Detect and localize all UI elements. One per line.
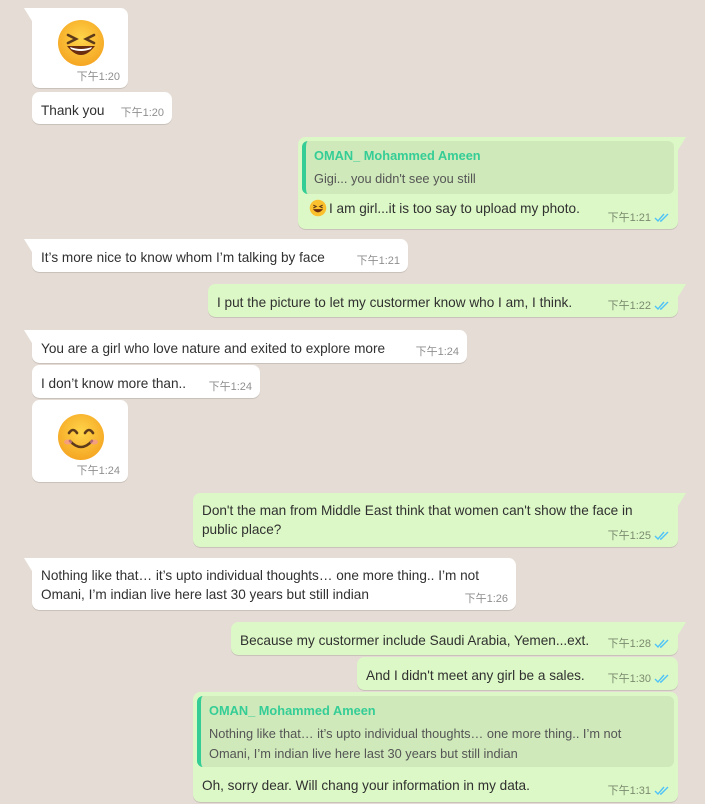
message-line: Omani, I’m indian live here last 30 year…	[41, 587, 369, 602]
laughing-face-emoji	[309, 199, 327, 217]
message-text: And I didn't meet any girl be a sales.	[366, 668, 585, 683]
message-line: Don't the man from Middle East think tha…	[202, 503, 633, 518]
message-text: Because my custormer include Saudi Arabi…	[240, 633, 590, 648]
message-line: Nothing like that… it’s upto individual …	[41, 568, 480, 583]
message-meta: 下午1:20	[77, 68, 120, 84]
message-text: It’s more nice to know whom I’m talking …	[41, 250, 325, 265]
read-ticks-icon	[654, 639, 669, 648]
message-time: 下午1:26	[464, 593, 508, 605]
read-ticks-icon	[654, 786, 669, 795]
message-meta: 下午1:21	[357, 252, 400, 268]
message-time: 下午1:20	[76, 71, 120, 83]
message-text: You are a girl who love nature and exite…	[41, 341, 386, 356]
read-ticks-icon	[654, 213, 669, 222]
incoming-message[interactable]: Nothing like that… it’s upto individual …	[24, 558, 516, 610]
message-text: Nothing like that… it’s upto individual …	[41, 566, 504, 604]
message-meta: 下午1:30	[608, 670, 670, 686]
outgoing-message[interactable]: I put the picture to let my custormer kn…	[208, 284, 686, 317]
message-time: 下午1:24	[76, 465, 120, 477]
outgoing-message[interactable]: OMAN_ Mohammed Ameen Gigi... you didn't …	[298, 137, 686, 229]
message-time: 下午1:28	[607, 638, 651, 650]
message-body: I am girl...it is too say to upload my p…	[309, 199, 580, 218]
message-meta: 下午1:28	[608, 635, 670, 651]
chat-conversation: 下午1:20 Thank you 下午1:20 OMAN_ Mohammed A…	[0, 0, 705, 804]
message-meta: 下午1:24	[416, 343, 459, 359]
message-time: 下午1:31	[607, 785, 651, 797]
message-text: Don't the man from Middle East think tha…	[202, 501, 666, 539]
smiling-face-emoji	[58, 414, 104, 460]
quoted-text: Nothing like that… it’s upto individual …	[209, 724, 666, 764]
message-time: 下午1:24	[208, 381, 252, 393]
outgoing-message[interactable]: OMAN_ Mohammed Ameen Nothing like that… …	[193, 692, 678, 802]
laughing-face-emoji	[58, 20, 104, 66]
read-ticks-icon	[654, 531, 669, 540]
message-meta: 下午1:26	[465, 590, 508, 606]
incoming-message[interactable]: It’s more nice to know whom I’m talking …	[24, 239, 408, 272]
message-meta: 下午1:24	[209, 378, 252, 394]
quoted-author: OMAN_ Mohammed Ameen	[314, 148, 481, 163]
quoted-line: Omani, I’m indian live here last 30 year…	[209, 746, 518, 761]
message-time: 下午1:20	[120, 107, 164, 119]
message-time: 下午1:21	[356, 255, 400, 267]
quoted-text: Gigi... you didn't see you still	[314, 171, 476, 186]
incoming-message[interactable]: 下午1:24	[32, 400, 128, 482]
message-text: I am girl...it is too say to upload my p…	[329, 201, 580, 216]
quoted-message[interactable]: OMAN_ Mohammed Ameen Nothing like that… …	[197, 696, 674, 767]
message-time: 下午1:24	[415, 346, 459, 358]
incoming-message[interactable]: I don’t know more than.. 下午1:24	[32, 365, 260, 398]
incoming-message[interactable]: 下午1:20	[24, 8, 128, 88]
outgoing-message[interactable]: And I didn't meet any girl be a sales. 下…	[357, 657, 678, 690]
message-text: Thank you	[41, 103, 105, 118]
quoted-message[interactable]: OMAN_ Mohammed Ameen Gigi... you didn't …	[302, 141, 674, 194]
message-meta: 下午1:25	[608, 527, 670, 543]
message-text: Oh, sorry dear. Will chang your informat…	[202, 778, 530, 793]
message-meta: 下午1:24	[77, 462, 120, 478]
incoming-message[interactable]: You are a girl who love nature and exite…	[24, 330, 467, 363]
message-time: 下午1:22	[607, 300, 651, 312]
message-line: public place?	[202, 522, 282, 537]
incoming-message[interactable]: Thank you 下午1:20	[32, 92, 172, 124]
message-time: 下午1:25	[607, 530, 651, 542]
quoted-line: Nothing like that… it’s upto individual …	[209, 726, 622, 741]
message-meta: 下午1:20	[121, 104, 164, 120]
quoted-author: OMAN_ Mohammed Ameen	[209, 703, 376, 718]
message-text: I put the picture to let my custormer kn…	[217, 295, 573, 310]
message-text: I don’t know more than..	[41, 376, 187, 391]
message-time: 下午1:30	[607, 673, 651, 685]
outgoing-message[interactable]: Because my custormer include Saudi Arabi…	[231, 622, 686, 655]
read-ticks-icon	[654, 301, 669, 310]
message-meta: 下午1:22	[608, 297, 670, 313]
message-time: 下午1:21	[607, 212, 651, 224]
message-meta: 下午1:31	[608, 782, 670, 798]
outgoing-message[interactable]: Don't the man from Middle East think tha…	[193, 493, 686, 547]
read-ticks-icon	[654, 674, 669, 683]
message-meta: 下午1:21	[608, 209, 670, 225]
